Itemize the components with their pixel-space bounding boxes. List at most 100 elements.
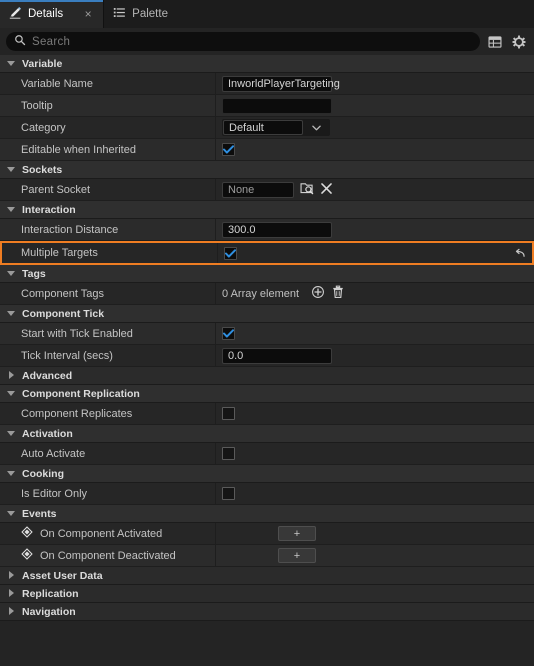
add-on-component-deactivated-button[interactable]: +	[278, 548, 316, 563]
category-header-sockets[interactable]: Sockets	[0, 161, 534, 179]
add-on-component-activated-button[interactable]: +	[278, 526, 316, 541]
tab-strip: Details × Palette	[0, 0, 534, 28]
search-toolbar: Search	[0, 28, 534, 55]
chevron-right-icon	[7, 371, 16, 380]
chevron-down-icon	[7, 469, 16, 478]
chevron-down-icon	[7, 165, 16, 174]
category-header-advanced[interactable]: Advanced	[0, 367, 534, 385]
category-label: Interaction	[22, 203, 76, 216]
property-list: Variable Variable Name InworldPlayerTarg…	[0, 55, 534, 666]
parent-socket-value[interactable]: None	[222, 181, 294, 198]
property-row-interaction-distance: Interaction Distance 300.0	[0, 219, 534, 241]
property-label: Interaction Distance	[21, 223, 119, 236]
property-value: 0.0	[216, 347, 534, 364]
property-row-multiple-targets: Multiple Targets	[0, 241, 534, 265]
property-value	[218, 246, 532, 260]
table-view-icon[interactable]	[486, 33, 504, 51]
trash-icon[interactable]	[331, 285, 345, 302]
category-header-asset-user-data[interactable]: Asset User Data	[0, 567, 534, 585]
property-label: Editable when Inherited	[21, 143, 136, 156]
clear-x-icon[interactable]	[320, 182, 333, 198]
chevron-down-icon	[7, 429, 16, 438]
category-label: Sockets	[22, 163, 63, 176]
chevron-down-icon	[7, 59, 16, 68]
category-header-interaction[interactable]: Interaction	[0, 201, 534, 219]
category-header-activation[interactable]: Activation	[0, 425, 534, 443]
property-row-tick-interval: Tick Interval (secs) 0.0	[0, 345, 534, 367]
property-value	[216, 143, 534, 156]
property-label: Tick Interval (secs)	[21, 349, 113, 362]
property-label: Multiple Targets	[21, 247, 98, 259]
category-header-tags[interactable]: Tags	[0, 265, 534, 283]
property-label: Variable Name	[21, 77, 93, 90]
gear-icon[interactable]	[510, 33, 528, 51]
property-label: Parent Socket	[21, 183, 91, 196]
property-value: +	[216, 526, 534, 541]
chevron-right-icon	[7, 607, 16, 616]
event-diamond-icon	[21, 548, 33, 563]
category-header-navigation[interactable]: Navigation	[0, 603, 534, 621]
property-value: 300.0	[216, 221, 534, 238]
category-label: Variable	[22, 57, 63, 70]
tab-palette-label: Palette	[132, 8, 168, 20]
property-value	[216, 447, 534, 460]
category-label: Navigation	[22, 605, 76, 618]
property-label: Auto Activate	[21, 447, 86, 460]
chevron-down-icon	[7, 309, 16, 318]
reset-arrow-icon[interactable]	[512, 246, 526, 260]
category-header-events[interactable]: Events	[0, 505, 534, 523]
category-label: Component Tick	[22, 307, 105, 320]
details-pencil-icon	[9, 6, 22, 22]
property-row-component-tags: Component Tags 0 Array element	[0, 283, 534, 305]
property-row-category: Category Default	[0, 117, 534, 139]
chevron-right-icon	[7, 589, 16, 598]
category-dropdown[interactable]: Default	[222, 119, 330, 136]
property-row-on-component-deactivated: On Component Deactivated +	[0, 545, 534, 567]
category-header-replication[interactable]: Replication	[0, 585, 534, 603]
add-circle-icon[interactable]	[311, 285, 325, 302]
tab-details-close-icon[interactable]: ×	[83, 8, 93, 20]
palette-list-icon	[113, 6, 126, 22]
details-panel: Details × Palette Search Variable Variab…	[0, 0, 534, 666]
chevron-down-icon	[7, 205, 16, 214]
search-input[interactable]: Search	[6, 32, 480, 51]
property-row-auto-activate: Auto Activate	[0, 443, 534, 465]
category-header-cooking[interactable]: Cooking	[0, 465, 534, 483]
chevron-right-icon	[7, 571, 16, 580]
property-label-wrap: On Component Deactivated	[0, 548, 215, 563]
category-header-component-replication[interactable]: Component Replication	[0, 385, 534, 403]
property-label: Is Editor Only	[21, 487, 88, 500]
property-value	[216, 407, 534, 420]
editable-when-inherited-checkbox[interactable]	[222, 143, 235, 156]
category-header-component-tick[interactable]: Component Tick	[0, 305, 534, 323]
variable-name-input[interactable]: InworldPlayerTargeting	[222, 75, 340, 92]
category-label: Replication	[22, 587, 79, 600]
category-label: Asset User Data	[22, 569, 103, 582]
interaction-distance-input[interactable]: 300.0	[222, 221, 332, 238]
multiple-targets-checkbox[interactable]	[224, 246, 237, 260]
chevron-down-icon	[7, 509, 16, 518]
event-label: On Component Deactivated	[40, 549, 176, 562]
chevron-down-icon	[7, 389, 16, 398]
property-value	[216, 97, 534, 114]
auto-activate-checkbox[interactable]	[222, 447, 235, 460]
search-icon	[14, 34, 26, 49]
tab-palette[interactable]: Palette	[104, 0, 178, 28]
category-label: Activation	[22, 427, 73, 440]
start-with-tick-enabled-checkbox[interactable]	[222, 327, 235, 340]
tooltip-input[interactable]	[222, 97, 332, 114]
component-replicates-checkbox[interactable]	[222, 407, 235, 420]
property-row-on-component-activated: On Component Activated +	[0, 523, 534, 545]
property-label: Start with Tick Enabled	[21, 327, 133, 340]
category-label: Events	[22, 507, 57, 520]
tick-interval-input[interactable]: 0.0	[222, 347, 332, 364]
property-label: Component Tags	[21, 287, 104, 300]
property-row-editable-when-inherited: Editable when Inherited	[0, 139, 534, 161]
tab-details[interactable]: Details ×	[0, 0, 104, 28]
property-row-is-editor-only: Is Editor Only	[0, 483, 534, 505]
socket-browse-icon[interactable]	[300, 181, 314, 198]
chevron-down-icon	[7, 269, 16, 278]
category-header-variable[interactable]: Variable	[0, 55, 534, 73]
is-editor-only-checkbox[interactable]	[222, 487, 235, 500]
component-tags-count: 0 Array element	[222, 287, 300, 300]
